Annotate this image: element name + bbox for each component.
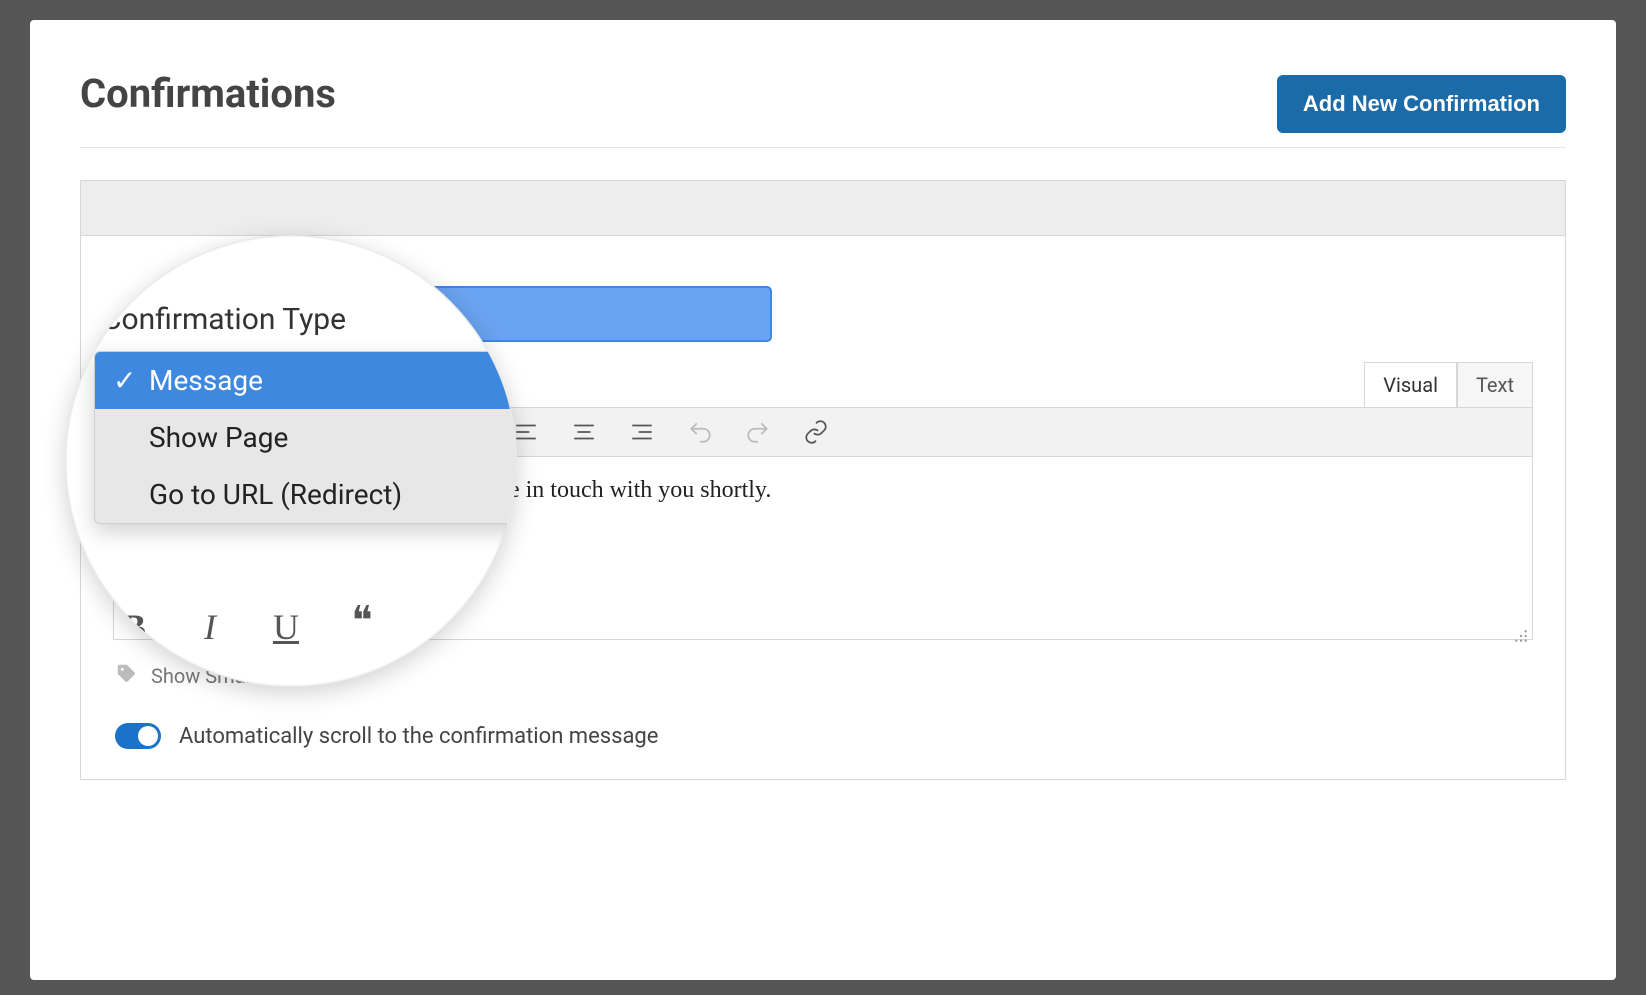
align-center-icon[interactable]: [570, 418, 598, 446]
settings-window: Confirmations Add New Confirmation Visua…: [30, 20, 1616, 980]
bold-icon[interactable]: B: [116, 606, 152, 648]
underline-icon[interactable]: U: [268, 606, 304, 648]
quote-icon[interactable]: ❝: [344, 606, 380, 648]
page-title: Confirmations: [80, 70, 336, 117]
confirmation-type-label: Confirmation Type: [66, 302, 516, 351]
undo-icon[interactable]: [686, 418, 714, 446]
add-new-confirmation-button[interactable]: Add New Confirmation: [1277, 75, 1566, 133]
link-icon[interactable]: [802, 418, 830, 446]
align-right-icon[interactable]: [628, 418, 656, 446]
italic-icon[interactable]: I: [192, 606, 228, 648]
tab-visual[interactable]: Visual: [1364, 362, 1457, 407]
auto-scroll-toggle[interactable]: [115, 723, 161, 749]
lens-toolbar: B I U ❝: [116, 606, 380, 648]
dropdown-option-show-page[interactable]: Show Page: [95, 409, 517, 466]
dropdown-option-redirect[interactable]: Go to URL (Redirect): [95, 466, 517, 523]
tab-text[interactable]: Text: [1457, 362, 1533, 407]
divider: [80, 147, 1566, 148]
check-icon: ✓: [113, 364, 135, 397]
dropdown-option-message[interactable]: ✓ Message: [95, 352, 517, 409]
auto-scroll-row: Automatically scroll to the confirmation…: [115, 723, 1531, 749]
panel-header-bar[interactable]: [81, 181, 1565, 236]
tag-icon: [115, 662, 137, 689]
resize-grip-icon[interactable]: [1514, 623, 1528, 637]
header-row: Confirmations Add New Confirmation: [80, 60, 1566, 147]
auto-scroll-label: Automatically scroll to the confirmation…: [179, 724, 658, 749]
redo-icon[interactable]: [744, 418, 772, 446]
zoom-lens: Confirmation Type ✓ Message Show Page Go…: [65, 235, 517, 687]
confirmation-type-dropdown[interactable]: ✓ Message Show Page Go to URL (Redirect): [94, 351, 517, 524]
